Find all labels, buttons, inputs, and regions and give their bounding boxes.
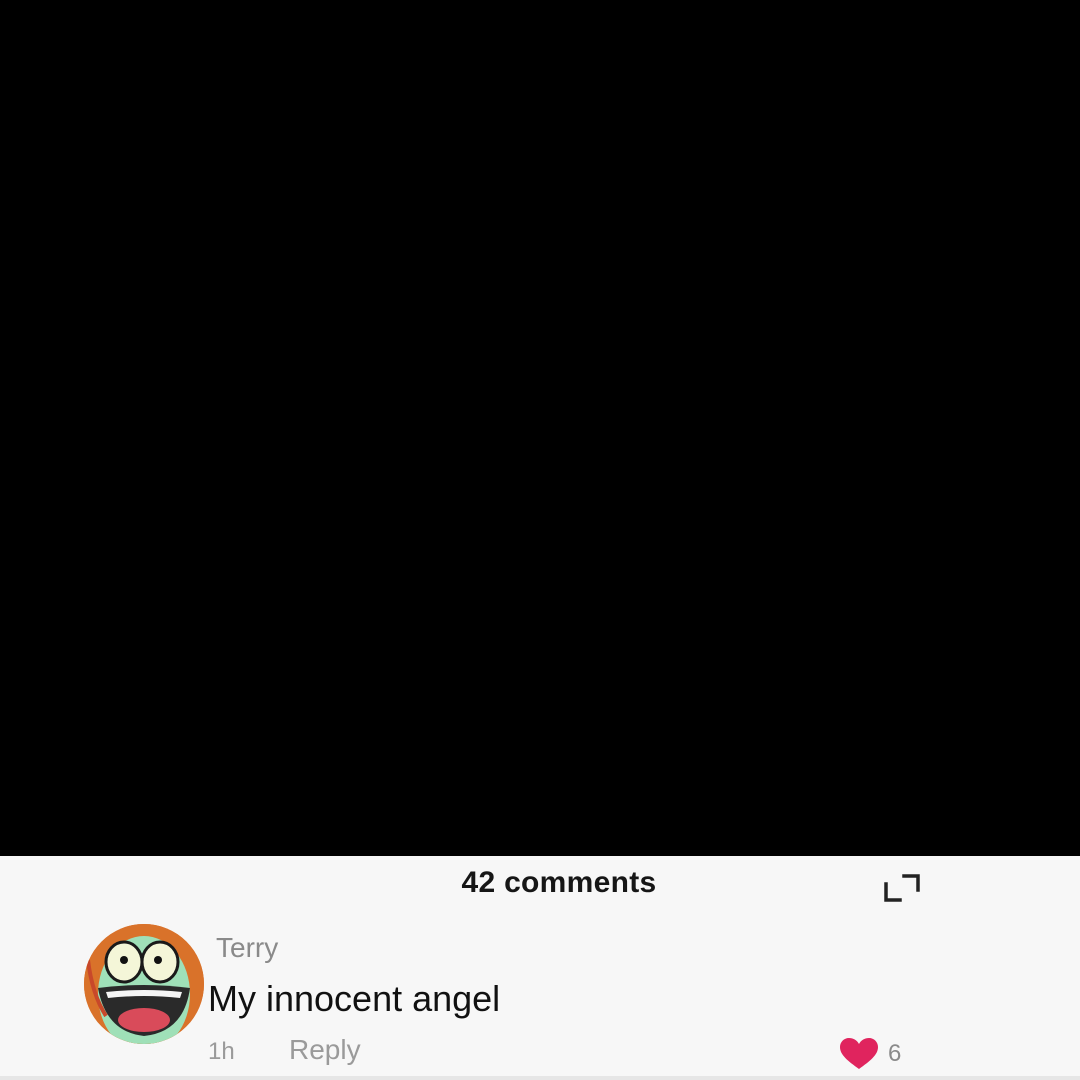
avatar[interactable] [84,924,204,1044]
expand-button[interactable] [880,870,924,906]
heart-icon [840,1038,878,1069]
bottom-divider [0,1076,1080,1080]
comment-timestamp: 1h [208,1038,235,1065]
like-count: 6 [888,1040,902,1067]
comment-text: My innocent angel [208,978,501,1019]
comment-username[interactable]: Terry [216,932,278,964]
comments-header: 42 comments [0,856,1080,914]
like-button[interactable]: 6 [838,1036,901,1072]
reply-button[interactable]: Reply [289,1034,361,1066]
video-player[interactable] [0,0,1080,856]
expand-icon [884,874,920,902]
cartoon-avatar-icon [84,924,204,1044]
comments-sheet: 42 comments Terry My innocent angel 1h R… [0,856,1080,1080]
comment-item: Terry My innocent angel 1h Reply 6 [0,918,1080,1080]
